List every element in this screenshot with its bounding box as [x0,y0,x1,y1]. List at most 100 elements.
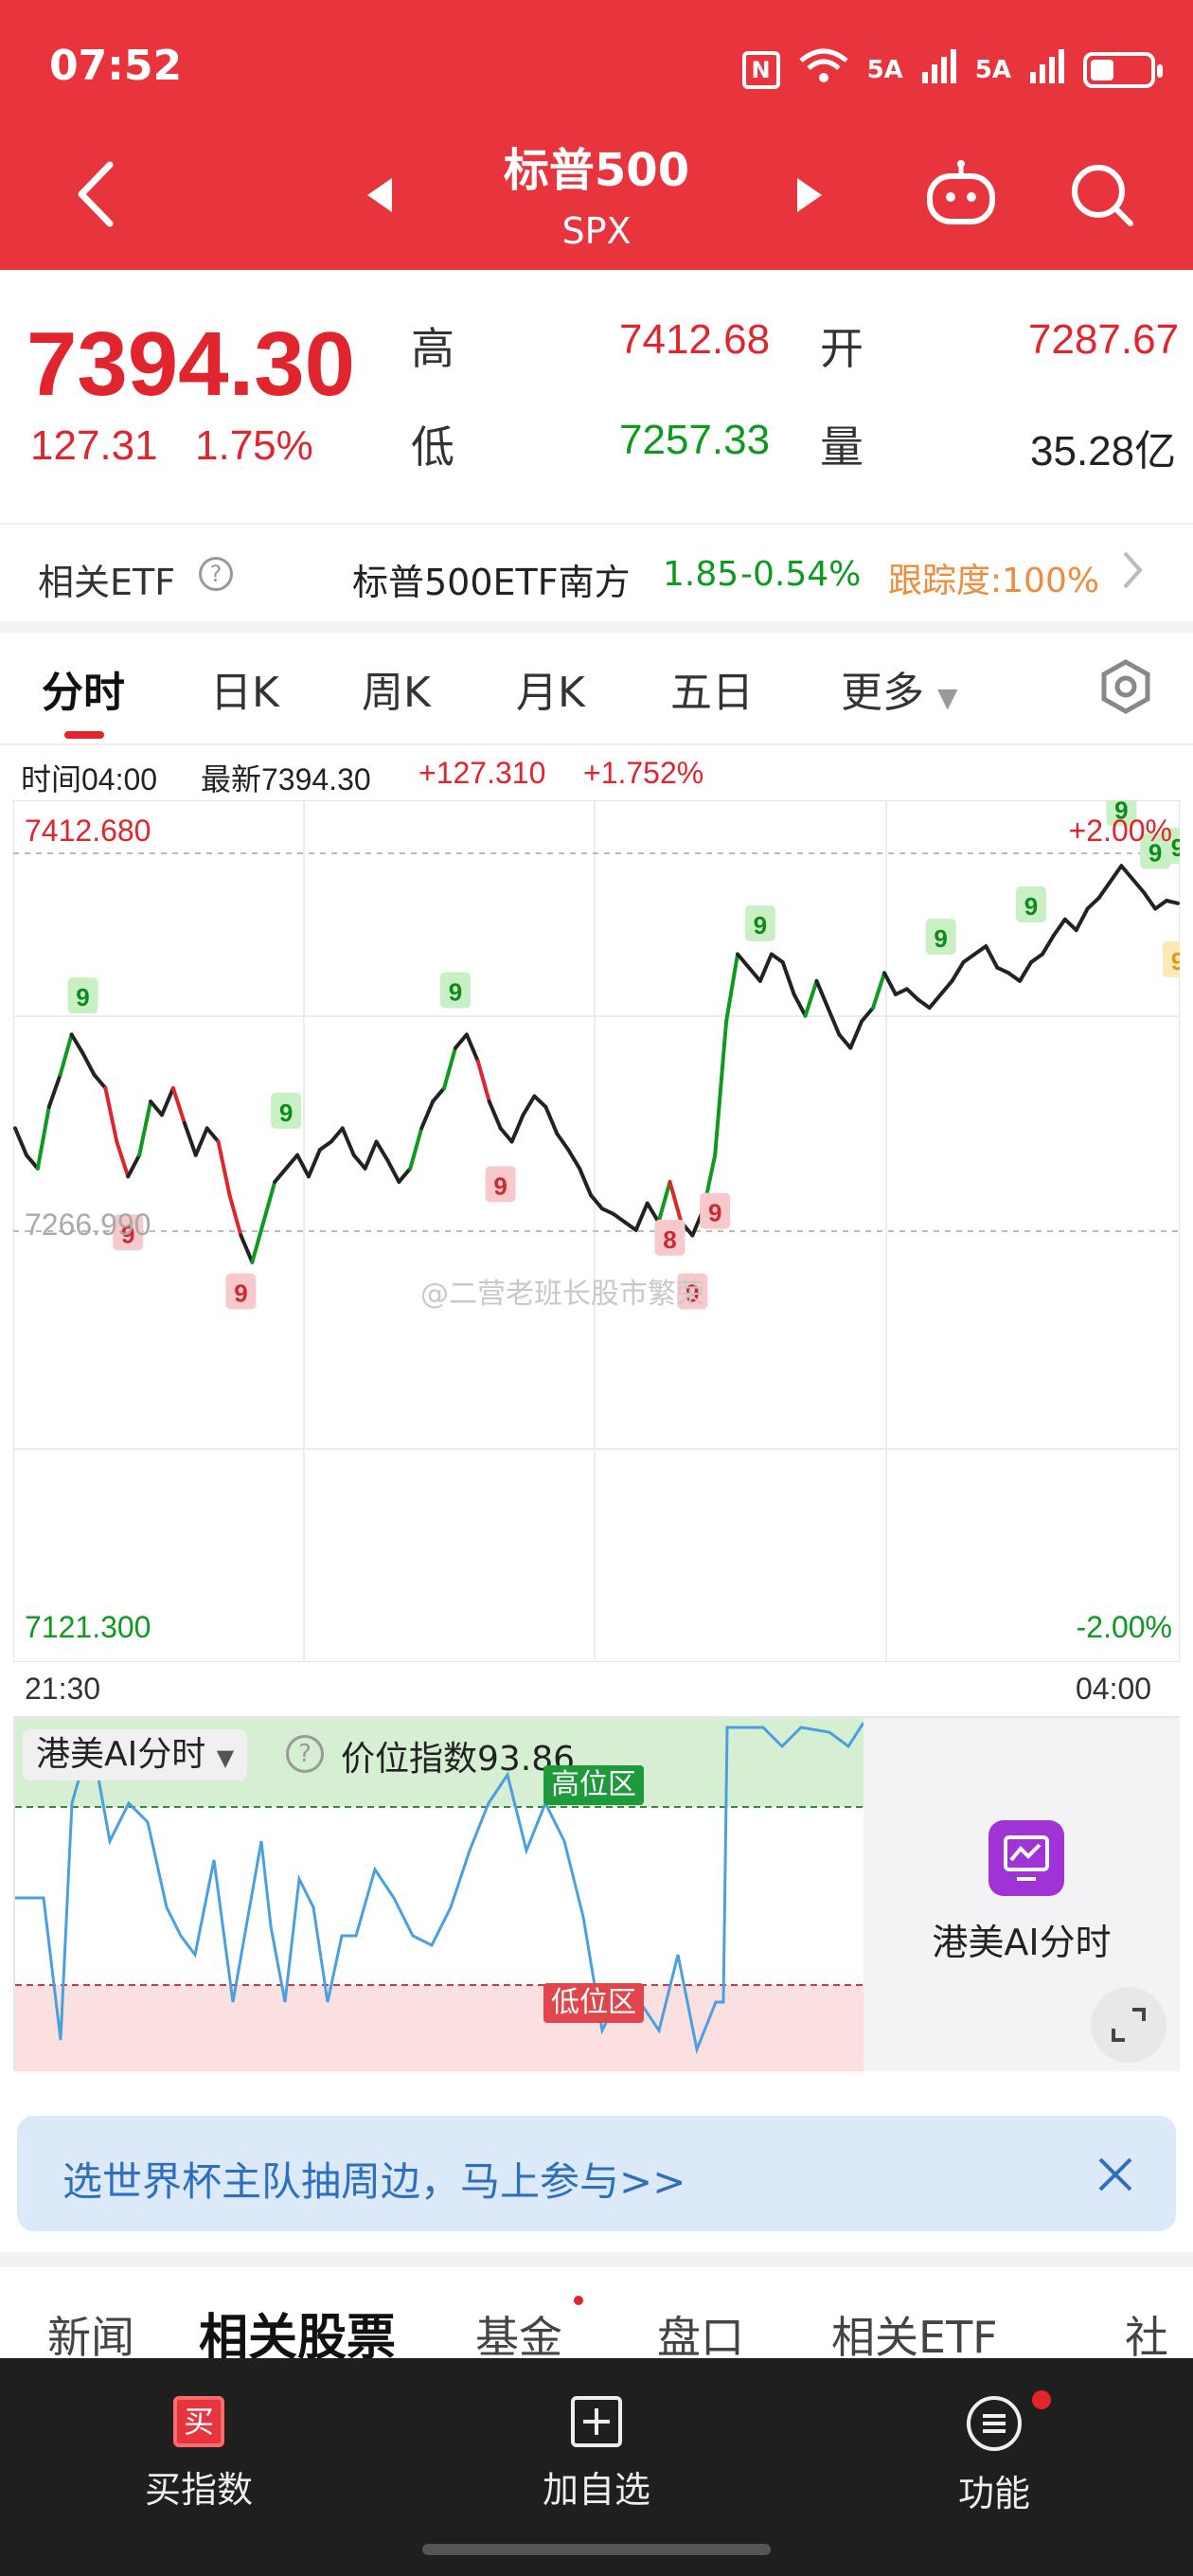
low-label: 低 [411,421,454,473]
price-change: 127.31 [30,422,158,469]
settings-icon[interactable] [1098,659,1153,718]
price-line-segment [397,1166,413,1184]
ai-side-panel[interactable]: 港美AI分时 [864,1718,1180,2071]
intraday-chart-svg: 999999999 9999 998 [12,790,1193,1663]
price-line-segment [668,1179,684,1225]
tab-more[interactable]: 更多 ▼ [841,658,958,719]
price-line-segment [1074,906,1090,933]
price-change-pct: 1.75% [195,422,313,469]
price-line-segment [273,1166,289,1184]
price-line-segment [1051,917,1067,938]
robot-icon[interactable] [924,159,998,231]
volume-label: 量 [820,421,864,473]
buy-index-button[interactable]: 买 买指数 [95,2396,303,2513]
info-latest: 最新7394.30 [201,762,371,796]
price-line-segment [724,952,740,1024]
price-line-segment [1040,933,1056,957]
help-icon[interactable]: ? [199,557,233,591]
price-line-segment [1018,960,1034,983]
tab-five-day[interactable]: 五日 [670,658,754,719]
price-line-segment [1165,898,1180,905]
signal-icon [920,49,958,90]
price-line-segment [340,1126,356,1157]
functions-button[interactable]: 功能 [890,2390,1098,2516]
etf-row[interactable]: 相关ETF ? 标普500ETF南方 1.85 -0.54% 跟踪度:100% [0,527,1193,621]
ai-chart-icon [988,1820,1064,1896]
tab-daily-k[interactable]: 日K [210,658,279,719]
price-line-segment [329,1126,345,1144]
price-line-segment [306,1147,322,1179]
menu-icon [967,2396,1022,2451]
buy-icon: 买 [173,2396,224,2447]
price-line-segment [13,1126,28,1157]
expand-icon[interactable] [1091,1987,1166,2063]
content-tab-news[interactable]: 新闻 [47,2303,134,2358]
content-tab-related-stocks[interactable]: 相关股票 [199,2298,396,2358]
price-line-segment [159,1085,175,1118]
tab-active-indicator [64,731,104,739]
pct-bottom-label: -2.00% [1076,1610,1172,1644]
help-icon[interactable]: ? [286,1735,324,1773]
watermark: @二营老班长股市繁荣 [420,1278,704,1311]
search-icon[interactable] [1068,161,1136,233]
svg-text:9: 9 [449,978,462,1007]
price-line-segment [555,1132,571,1152]
open-label: 开 [820,323,864,374]
content-tab-orderbook[interactable]: 盘口 [657,2303,744,2358]
low-zone-badge: 低位区 [543,1983,644,2023]
content-tab-funds[interactable]: 基金 [475,2303,562,2358]
price-line-segment [498,1126,514,1144]
signal-badge: 9 [67,977,98,1014]
tab-monthly-k[interactable]: 月K [516,658,585,719]
price-line-segment [126,1153,142,1179]
content-tab-community[interactable]: 社区 [1125,2303,1193,2358]
etf-row-divider [0,523,1193,525]
high-label: 高 [411,323,454,374]
price-line-segment [950,960,966,983]
signal-badge: 9 [1016,886,1047,923]
price-line-segment [115,1139,131,1179]
low-value: 7257.33 [619,417,771,463]
info-change: +127.310 [418,756,546,790]
intraday-chart[interactable]: 9999999999999998 7412.680 +2.00% 7266.99… [12,790,1193,1663]
battery-icon [1083,51,1163,88]
promo-banner[interactable]: 选世界杯主队抽周边，马上参与>> [17,2116,1176,2231]
wifi-icon [797,47,850,92]
price-line-segment [589,1193,604,1211]
add-watchlist-button[interactable]: 加自选 [492,2396,701,2513]
close-icon[interactable] [1096,2156,1134,2197]
price-line-segment [1096,880,1113,901]
price-line-segment [80,1051,97,1077]
price-line-segment [521,1094,537,1118]
signal-badge: 9 [925,918,956,955]
price-index-label: 价位指数93.86 [341,1740,576,1779]
price-line-segment [239,1233,255,1264]
price-line-segment [385,1158,401,1184]
ai-indicator-panel: 港美AI分时 ▼ ? 价位指数93.86 高位区 低位区 港美AI分时 [13,1716,1180,2071]
etf-change: -0.54% [740,555,862,594]
index-title: 标普500 [503,144,690,197]
ai-selector-label: 港美AI分时 [36,1735,206,1774]
tab-intraday[interactable]: 分时 [42,658,125,719]
price-line-segment [408,1126,424,1171]
dropdown-icon: ▼ [216,1744,235,1771]
tab-weekly-k[interactable]: 周K [362,658,431,719]
content-tab-related-etf[interactable]: 相关ETF [831,2303,998,2358]
price-line-segment [826,1006,842,1037]
price-line-segment [58,1032,74,1077]
x-end-label: 04:00 [1076,1672,1152,1706]
price-line-segment [848,1019,864,1050]
price-line-segment [1119,864,1135,882]
price-line-segment [182,1120,198,1157]
promo-text: 选世界杯主队抽周边，马上参与>> [62,2158,686,2205]
status-time: 07:52 [49,42,183,90]
price-line-segment [837,1032,853,1050]
etf-tracking: 跟踪度:100% [888,562,1100,600]
price-line-segment [103,1085,119,1144]
svg-text:9: 9 [76,983,89,1011]
next-index-icon[interactable] [795,176,824,218]
ai-selector[interactable]: 港美AI分时 ▼ [23,1729,248,1780]
section-divider-2 [0,2080,1193,2095]
content-tabs: 新闻 相关股票 基金 盘口 相关ETF 社区 [0,2267,1193,2358]
signal-label-2: 5A [974,55,1011,84]
